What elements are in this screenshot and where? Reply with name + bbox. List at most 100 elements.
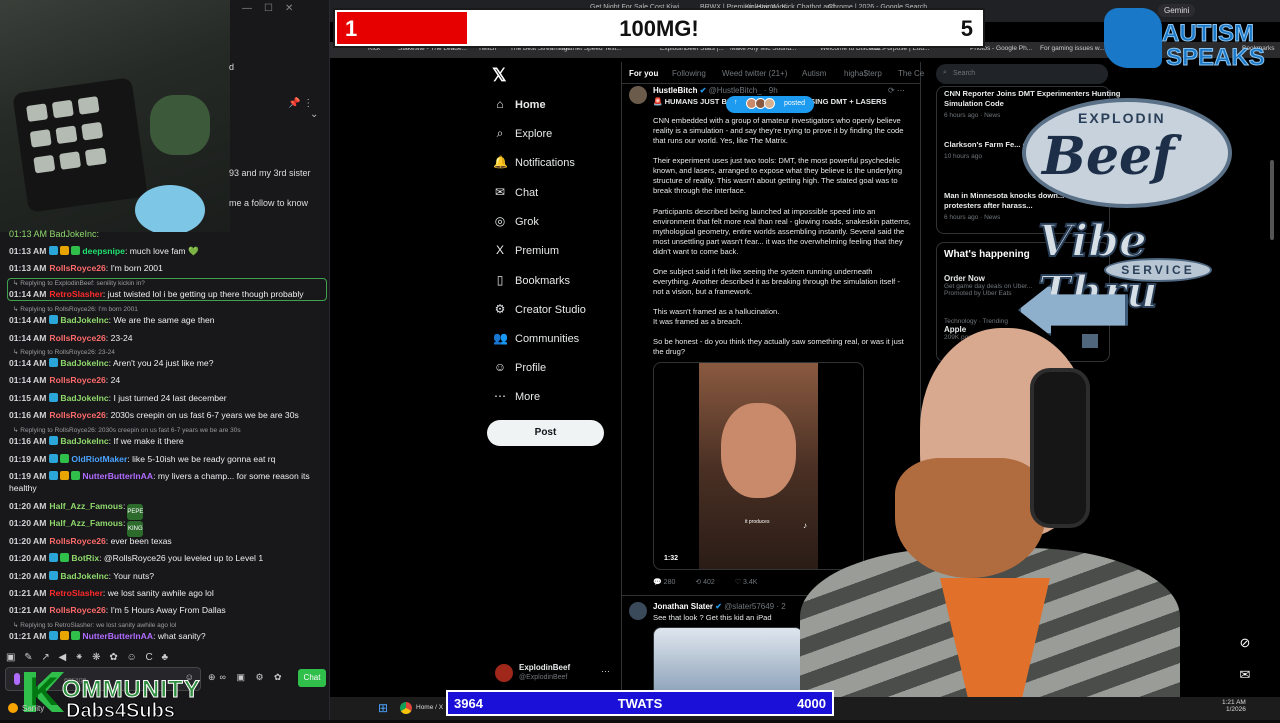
chat-fragment: 93 and my 3rd sister	[229, 168, 311, 178]
nav-item-more[interactable]: ⋯ More	[493, 389, 540, 409]
chat-username[interactable]: OldRiotMaker	[71, 454, 127, 464]
repost-button[interactable]: ⟲ 402	[695, 579, 715, 586]
page-scrollbar[interactable]	[1268, 60, 1276, 660]
chat-username[interactable]: RollsRoyce26	[49, 410, 105, 420]
chat-username[interactable]: NutterButterInAA	[82, 631, 153, 641]
feed-tab[interactable]: Following	[672, 69, 706, 78]
post-button[interactable]: Post	[487, 420, 604, 446]
chat-tools[interactable]: ⊕∞ ▣ ⚙ ✿	[208, 672, 286, 683]
chat-username[interactable]: RollsRoyce26	[49, 605, 105, 615]
nav-item-profile[interactable]: ☺ Profile	[493, 360, 546, 380]
nav-item-creator-studio[interactable]: ⚙ Creator Studio	[493, 302, 586, 322]
chat-window-controls[interactable]: — ☐ ✕	[230, 0, 330, 18]
chat-username[interactable]: deepsnipe	[82, 246, 125, 256]
x-logo-icon[interactable]: 𝕏	[492, 65, 507, 86]
chat-username[interactable]: RollsRoyce26	[49, 333, 105, 343]
tweet-handle: @slater57649 · 2	[724, 602, 786, 611]
nav-icon: ▯	[496, 273, 504, 287]
chat-username[interactable]: RollsRoyce26	[49, 263, 105, 273]
badge-icon	[60, 631, 70, 640]
message-time: 01:13 AM	[9, 263, 47, 273]
chat-username[interactable]: BadJokeInc	[60, 436, 108, 446]
tweet-headline-end: SING DMT + LASERS	[810, 97, 887, 106]
nav-item-chat[interactable]: ✉ Chat	[493, 185, 538, 205]
chat-username[interactable]: RetroSlasher	[49, 588, 103, 598]
emote-bar[interactable]: ▣ ✎ ↗ ◀ ⁕ ❋ ✿ ☺ C ♣	[6, 652, 171, 663]
chat-username[interactable]: RollsRoyce26	[49, 375, 105, 385]
messages-icon[interactable]: ✉	[1234, 664, 1256, 686]
chrome-icon[interactable]	[400, 702, 412, 714]
tweet-more-icon[interactable]: ⟳ ⋯	[888, 86, 905, 95]
search-input[interactable]: ⌕ Search	[936, 64, 1108, 84]
goal-bar-top: 1 100MG! 5	[333, 8, 985, 48]
chat-message: 01:21 AM RetroSlasher: we lost sanity awh…	[9, 587, 325, 599]
new-posts-pill[interactable]: ↑ posted	[726, 96, 814, 113]
goal-bar-bottom: 3964 TWATS 4000	[446, 690, 834, 716]
feed-tab[interactable]: For you	[629, 69, 658, 78]
logo-text: Beef	[1042, 126, 1175, 187]
reply-button[interactable]: 💬 280	[653, 579, 675, 586]
more-icon[interactable]: ⋯	[601, 666, 610, 677]
message-text: : Your nuts?	[108, 571, 155, 581]
nav-item-grok[interactable]: ◎ Grok	[493, 214, 539, 234]
windows-start-icon[interactable]: ⊞	[378, 701, 392, 715]
tweet-image[interactable]	[653, 627, 803, 697]
taskbar-window-label[interactable]: Home / X	[416, 704, 443, 711]
chat-username[interactable]: BadJokeInc	[60, 358, 108, 368]
chat-username[interactable]: Half_Azz_Famous	[49, 501, 123, 511]
account-switcher[interactable]: ExplodinBeef @ExplodinBeef ⋯	[495, 662, 615, 686]
video-face	[721, 403, 796, 498]
chat-username[interactable]: BadJokeInc	[60, 571, 108, 581]
badge-icon	[60, 454, 70, 463]
tweet-paragraph: It was framed as a breach.	[653, 317, 743, 326]
nav-item-notifications[interactable]: 🔔 Notifications	[493, 155, 575, 175]
chat-username[interactable]: NutterButterInAA	[82, 471, 153, 481]
nav-icon: ◎	[494, 214, 506, 228]
feed-tab[interactable]: Autism	[802, 69, 826, 78]
badge-icon	[49, 358, 59, 367]
mic-icon[interactable]	[14, 673, 20, 685]
nav-item-home[interactable]: ⌂ Home	[493, 97, 545, 117]
chat-username[interactable]: Half_Azz_Famous	[49, 518, 123, 528]
nav-item-premium[interactable]: X Premium	[493, 243, 559, 263]
bookmark-item[interactable]: For gaming issues w...	[1040, 45, 1105, 52]
tweet-paragraph: CNN embedded with a group of amateur inv…	[653, 116, 904, 145]
pinned-message-controls[interactable]: 📌 ⋮ ⌄	[288, 98, 324, 134]
logo-word: SPEAKS	[1166, 44, 1266, 72]
tweet-paragraph: Participants described being launched at…	[653, 207, 911, 256]
nav-icon: 👥	[493, 331, 508, 345]
chat-username[interactable]: BadJokeInc	[60, 393, 108, 403]
grok-icon[interactable]: ⊘	[1234, 632, 1256, 654]
tweet-author[interactable]: HustleBitch ✔ @HustleBitch_ · 9h	[653, 86, 778, 95]
chat-username[interactable]: RetroSlasher	[49, 289, 103, 299]
chat-message: 01:20 AM Half_Azz_Famous:KING	[9, 517, 325, 537]
message-time: 01:15 AM	[9, 393, 47, 403]
like-button[interactable]: ♡ 3.4K	[735, 579, 758, 586]
avatar[interactable]	[629, 602, 647, 620]
scrollbar-thumb[interactable]	[1270, 160, 1274, 240]
tweet-author-name[interactable]: HustleBitch	[653, 86, 697, 95]
feed-tab[interactable]: The Ce	[898, 69, 924, 78]
nav-item-bookmarks[interactable]: ▯ Bookmarks	[493, 273, 570, 293]
tweet-author[interactable]: Jonathan Slater ✔ @slater57649 · 2	[653, 602, 786, 611]
reply-context: ↳ Replying to RollsRoyce26: 23-24	[13, 349, 115, 356]
nav-label: Bookmarks	[515, 275, 571, 287]
message-text: : what sanity?	[153, 631, 206, 641]
account-handle: @ExplodinBeef	[519, 674, 568, 681]
search-icon: ⌕	[943, 69, 947, 76]
nav-item-communities[interactable]: 👥 Communities	[493, 331, 579, 351]
tweet-headline-start: 🚨 HUMANS JUST BE	[653, 97, 733, 106]
feed-tab[interactable]: Weed twitter (21+)	[722, 69, 787, 78]
tweet-author-name[interactable]: Jonathan Slater	[653, 602, 713, 611]
chat-username[interactable]: BadJokeInc	[60, 315, 108, 325]
chat-message: 01:20 AM BotRix: @RollsRoyce26 you levele…	[9, 552, 325, 564]
nav-item-explore[interactable]: ⌕ Explore	[493, 126, 553, 146]
chat-username[interactable]: BotRix	[71, 553, 99, 563]
feed-tab[interactable]: higha$terp	[844, 69, 882, 78]
message-time: 01:14 AM	[9, 315, 47, 325]
nav-icon: ⌕	[496, 126, 504, 140]
nav-label: Explore	[515, 128, 553, 140]
chat-username[interactable]: RollsRoyce26	[49, 536, 105, 546]
chat-send-button[interactable]: Chat	[298, 669, 326, 687]
avatar[interactable]	[629, 86, 647, 104]
